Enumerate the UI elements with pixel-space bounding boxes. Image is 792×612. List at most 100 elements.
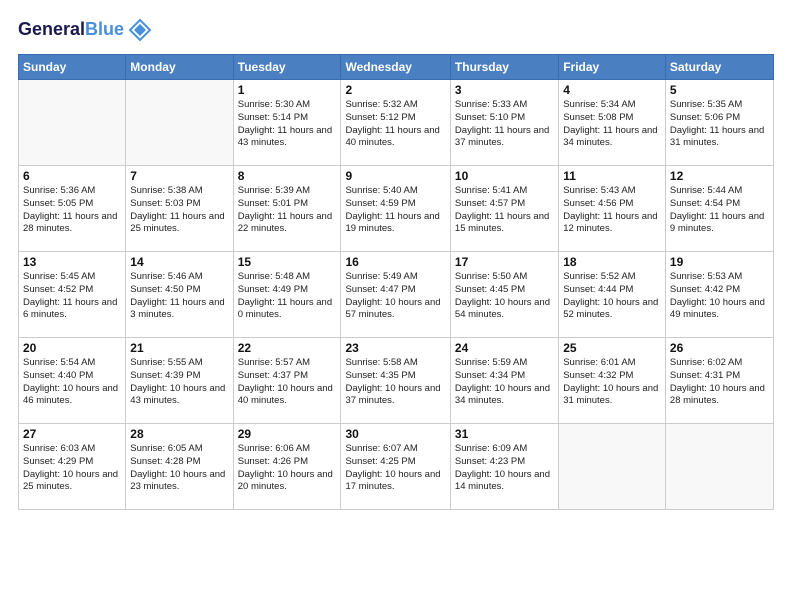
day-of-week-header: Monday (126, 55, 233, 80)
logo-text: GeneralBlue (18, 20, 124, 40)
day-info: Sunrise: 5:41 AMSunset: 4:57 PMDaylight:… (455, 185, 554, 236)
day-number: 29 (238, 427, 337, 441)
calendar-cell: 30 Sunrise: 6:07 AMSunset: 4:25 PMDayligh… (341, 424, 450, 510)
day-info: Sunrise: 5:39 AMSunset: 5:01 PMDaylight:… (238, 185, 337, 236)
day-of-week-header: Wednesday (341, 55, 450, 80)
day-info: Sunrise: 6:09 AMSunset: 4:23 PMDaylight:… (455, 443, 554, 494)
day-info: Sunrise: 5:30 AMSunset: 5:14 PMDaylight:… (238, 99, 337, 150)
day-number: 14 (130, 255, 228, 269)
calendar-cell: 12 Sunrise: 5:44 AMSunset: 4:54 PMDayligh… (665, 166, 773, 252)
day-info: Sunrise: 5:46 AMSunset: 4:50 PMDaylight:… (130, 271, 228, 322)
calendar-week-row: 6 Sunrise: 5:36 AMSunset: 5:05 PMDaylight… (19, 166, 774, 252)
day-number: 16 (345, 255, 445, 269)
day-info: Sunrise: 6:05 AMSunset: 4:28 PMDaylight:… (130, 443, 228, 494)
calendar-week-row: 20Sunrise: 5:54 AMSunset: 4:40 PMDayligh… (19, 338, 774, 424)
day-info: Sunrise: 5:43 AMSunset: 4:56 PMDaylight:… (563, 185, 661, 236)
day-info: Sunrise: 5:45 AMSunset: 4:52 PMDaylight:… (23, 271, 121, 322)
day-number: 1 (238, 83, 337, 97)
calendar-cell: 9 Sunrise: 5:40 AMSunset: 4:59 PMDaylight… (341, 166, 450, 252)
calendar-cell: 21 Sunrise: 5:55 AMSunset: 4:39 PMDayligh… (126, 338, 233, 424)
calendar-cell (19, 80, 126, 166)
day-number: 27 (23, 427, 121, 441)
calendar-cell: 10 Sunrise: 5:41 AMSunset: 4:57 PMDayligh… (450, 166, 558, 252)
day-info: Sunrise: 5:59 AMSunset: 4:34 PMDaylight:… (455, 357, 554, 408)
day-number: 13 (23, 255, 121, 269)
page-header: GeneralBlue (18, 16, 774, 44)
calendar-cell: 17 Sunrise: 5:50 AMSunset: 4:45 PMDayligh… (450, 252, 558, 338)
day-info: Sunrise: 5:32 AMSunset: 5:12 PMDaylight:… (345, 99, 445, 150)
calendar-week-row: 27 Sunrise: 6:03 AMSunset: 4:29 PMDayligh… (19, 424, 774, 510)
day-number: 2 (345, 83, 445, 97)
calendar-table: SundayMondayTuesdayWednesdayThursdayFrid… (18, 54, 774, 510)
day-number: 12 (670, 169, 769, 183)
day-info: Sunrise: 6:06 AMSunset: 4:26 PMDaylight:… (238, 443, 337, 494)
day-info: Sunrise: 6:07 AMSunset: 4:25 PMDaylight:… (345, 443, 445, 494)
day-of-week-header: Thursday (450, 55, 558, 80)
day-number: 9 (345, 169, 445, 183)
day-number: 26 (670, 341, 769, 355)
calendar-header-row: SundayMondayTuesdayWednesdayThursdayFrid… (19, 55, 774, 80)
day-number: 15 (238, 255, 337, 269)
calendar-cell: 7 Sunrise: 5:38 AMSunset: 5:03 PMDaylight… (126, 166, 233, 252)
day-number: 21 (130, 341, 228, 355)
day-number: 25 (563, 341, 661, 355)
day-info: Sunrise: 5:52 AMSunset: 4:44 PMDaylight:… (563, 271, 661, 322)
day-number: 22 (238, 341, 337, 355)
day-number: 28 (130, 427, 228, 441)
day-info: Sunrise: 5:49 AMSunset: 4:47 PMDaylight:… (345, 271, 445, 322)
calendar-cell: 14 Sunrise: 5:46 AMSunset: 4:50 PMDayligh… (126, 252, 233, 338)
day-number: 6 (23, 169, 121, 183)
calendar-cell: 6 Sunrise: 5:36 AMSunset: 5:05 PMDaylight… (19, 166, 126, 252)
day-number: 17 (455, 255, 554, 269)
day-info: Sunrise: 5:57 AMSunset: 4:37 PMDaylight:… (238, 357, 337, 408)
day-of-week-header: Tuesday (233, 55, 341, 80)
calendar-cell: 27 Sunrise: 6:03 AMSunset: 4:29 PMDayligh… (19, 424, 126, 510)
day-info: Sunrise: 5:40 AMSunset: 4:59 PMDaylight:… (345, 185, 445, 236)
logo-icon (126, 16, 154, 44)
calendar-cell: 31 Sunrise: 6:09 AMSunset: 4:23 PMDayligh… (450, 424, 558, 510)
calendar-cell (665, 424, 773, 510)
calendar-cell: 29 Sunrise: 6:06 AMSunset: 4:26 PMDayligh… (233, 424, 341, 510)
day-info: Sunrise: 5:36 AMSunset: 5:05 PMDaylight:… (23, 185, 121, 236)
day-number: 24 (455, 341, 554, 355)
calendar-cell: 16 Sunrise: 5:49 AMSunset: 4:47 PMDayligh… (341, 252, 450, 338)
calendar-cell: 15Sunrise: 5:48 AMSunset: 4:49 PMDayligh… (233, 252, 341, 338)
calendar-cell: 8 Sunrise: 5:39 AMSunset: 5:01 PMDaylight… (233, 166, 341, 252)
day-number: 10 (455, 169, 554, 183)
day-info: Sunrise: 5:55 AMSunset: 4:39 PMDaylight:… (130, 357, 228, 408)
day-number: 31 (455, 427, 554, 441)
day-info: Sunrise: 5:34 AMSunset: 5:08 PMDaylight:… (563, 99, 661, 150)
day-info: Sunrise: 5:38 AMSunset: 5:03 PMDaylight:… (130, 185, 228, 236)
calendar-cell: 11 Sunrise: 5:43 AMSunset: 4:56 PMDayligh… (559, 166, 666, 252)
day-number: 20 (23, 341, 121, 355)
calendar-cell: 18Sunrise: 5:52 AMSunset: 4:44 PMDayligh… (559, 252, 666, 338)
calendar-cell (559, 424, 666, 510)
day-info: Sunrise: 6:01 AMSunset: 4:32 PMDaylight:… (563, 357, 661, 408)
day-number: 8 (238, 169, 337, 183)
calendar-cell (126, 80, 233, 166)
calendar-cell: 13 Sunrise: 5:45 AMSunset: 4:52 PMDayligh… (19, 252, 126, 338)
day-number: 4 (563, 83, 661, 97)
calendar-cell: 24 Sunrise: 5:59 AMSunset: 4:34 PMDayligh… (450, 338, 558, 424)
calendar-cell: 2 Sunrise: 5:32 AMSunset: 5:12 PMDaylight… (341, 80, 450, 166)
calendar-cell: 4 Sunrise: 5:34 AMSunset: 5:08 PMDaylight… (559, 80, 666, 166)
day-info: Sunrise: 5:44 AMSunset: 4:54 PMDaylight:… (670, 185, 769, 236)
calendar-cell: 28 Sunrise: 6:05 AMSunset: 4:28 PMDayligh… (126, 424, 233, 510)
day-info: Sunrise: 5:53 AMSunset: 4:42 PMDaylight:… (670, 271, 769, 322)
day-number: 11 (563, 169, 661, 183)
calendar-cell: 1 Sunrise: 5:30 AMSunset: 5:14 PMDaylight… (233, 80, 341, 166)
day-info: Sunrise: 6:03 AMSunset: 4:29 PMDaylight:… (23, 443, 121, 494)
calendar-week-row: 13 Sunrise: 5:45 AMSunset: 4:52 PMDayligh… (19, 252, 774, 338)
day-info: Sunrise: 5:58 AMSunset: 4:35 PMDaylight:… (345, 357, 445, 408)
day-number: 30 (345, 427, 445, 441)
day-of-week-header: Sunday (19, 55, 126, 80)
day-info: Sunrise: 5:33 AMSunset: 5:10 PMDaylight:… (455, 99, 554, 150)
day-info: Sunrise: 6:02 AMSunset: 4:31 PMDaylight:… (670, 357, 769, 408)
day-info: Sunrise: 5:50 AMSunset: 4:45 PMDaylight:… (455, 271, 554, 322)
calendar-cell: 23Sunrise: 5:58 AMSunset: 4:35 PMDayligh… (341, 338, 450, 424)
calendar-cell: 5Sunrise: 5:35 AMSunset: 5:06 PMDaylight… (665, 80, 773, 166)
logo: GeneralBlue (18, 16, 154, 44)
calendar-cell: 26 Sunrise: 6:02 AMSunset: 4:31 PMDayligh… (665, 338, 773, 424)
day-number: 7 (130, 169, 228, 183)
calendar-cell: 20Sunrise: 5:54 AMSunset: 4:40 PMDayligh… (19, 338, 126, 424)
